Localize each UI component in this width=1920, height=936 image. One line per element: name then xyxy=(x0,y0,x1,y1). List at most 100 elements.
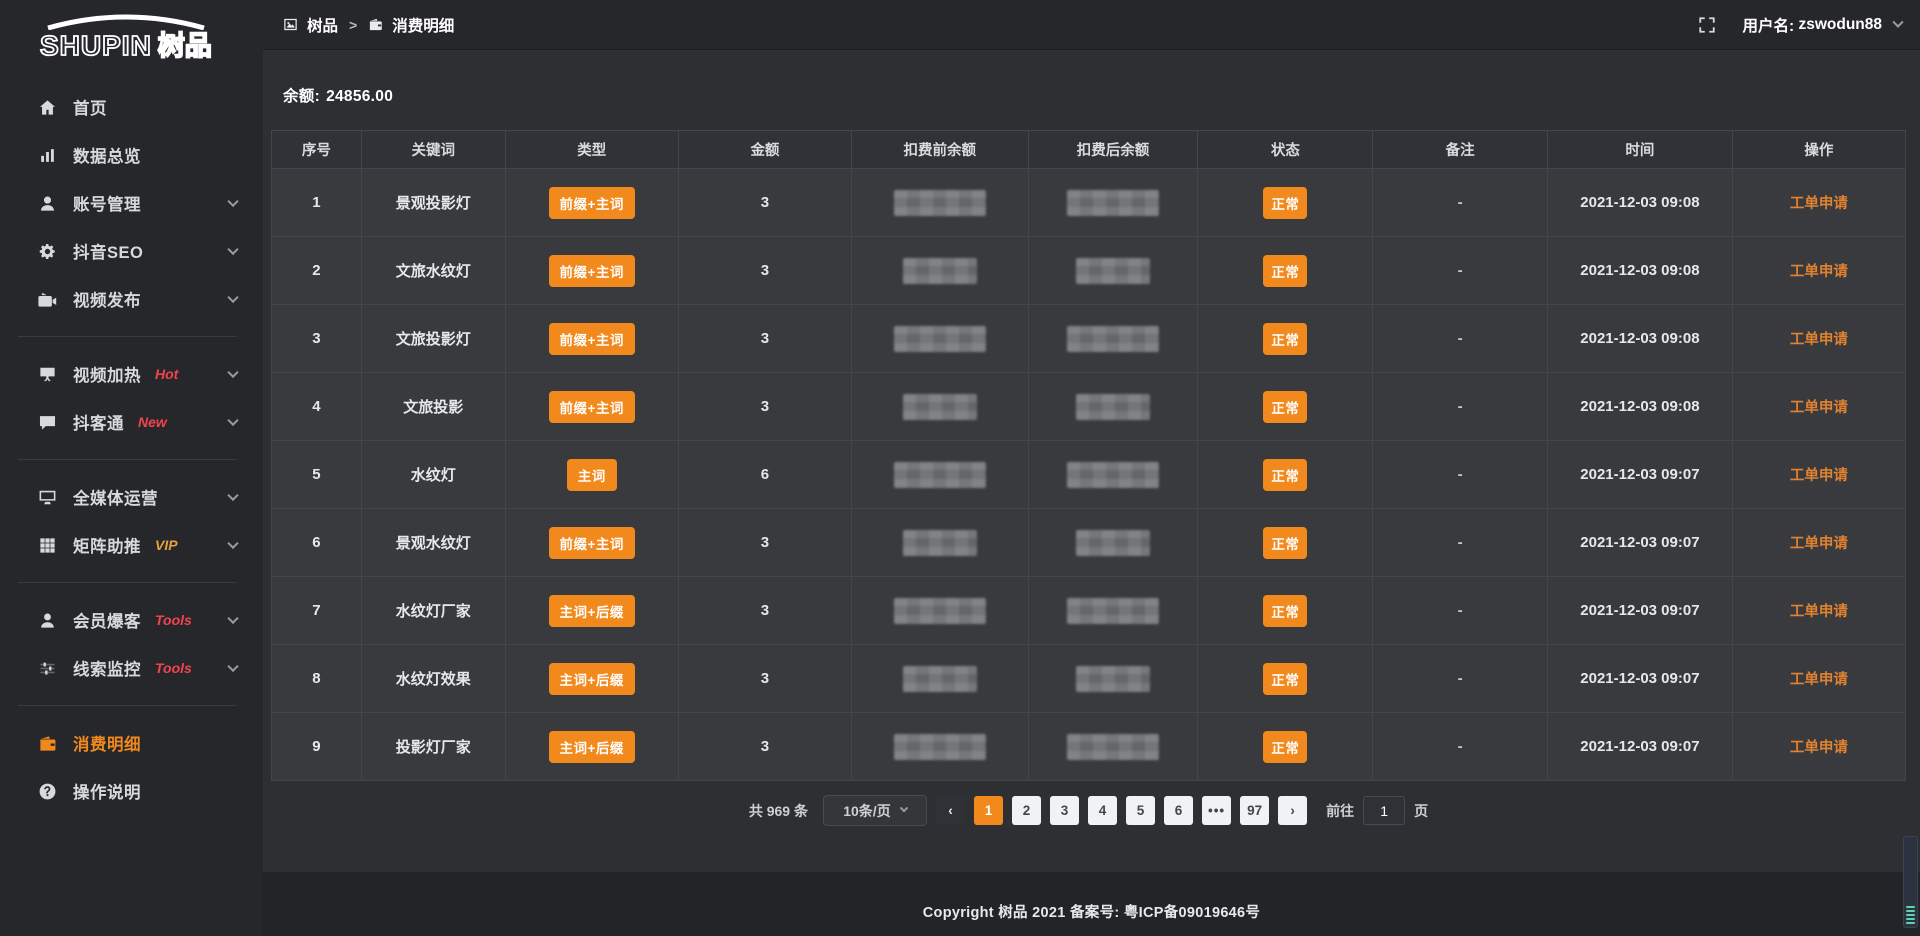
time-cell: 2021-12-03 09:08 xyxy=(1548,305,1733,373)
breadcrumb-current: 消费明细 xyxy=(392,14,454,36)
balance-before-blurred xyxy=(852,713,1028,781)
sidebar-item-1[interactable]: 数据总览 xyxy=(0,131,263,179)
work-order-link[interactable]: 工单申请 xyxy=(1790,332,1848,348)
table-row: 8水纹灯效果主词+后缀3正常-2021-12-03 09:07工单申请 xyxy=(272,645,1906,713)
status-badge: 正常 xyxy=(1198,713,1373,781)
sidebar-item-6[interactable]: 视频加热Hot xyxy=(0,350,263,398)
table-row: 7水纹灯厂家主词+后缀3正常-2021-12-03 09:07工单申请 xyxy=(272,577,1906,645)
page-button-1[interactable]: 1 xyxy=(974,796,1003,825)
sidebar-item-9[interactable]: 全媒体运营 xyxy=(0,473,263,521)
keyword-cell: 景观水纹灯 xyxy=(361,509,505,577)
sidebar-item-13[interactable]: 线索监控Tools xyxy=(0,644,263,692)
sidebar-item-2[interactable]: 账号管理 xyxy=(0,179,263,227)
work-order-link[interactable]: 工单申请 xyxy=(1790,196,1848,212)
type-badge: 主词 xyxy=(505,441,678,509)
breadcrumb-root[interactable]: 树品 xyxy=(307,14,338,36)
column-header: 关键词 xyxy=(361,131,505,169)
sidebar-item-label: 首页 xyxy=(73,95,107,119)
work-order-link[interactable]: 工单申请 xyxy=(1790,604,1848,620)
page-button-5[interactable]: 5 xyxy=(1126,796,1155,825)
chevron-down-icon xyxy=(227,613,238,624)
blurred-value xyxy=(1067,462,1159,488)
goto-page-input[interactable] xyxy=(1363,796,1405,825)
logo-cn-text: 树品 xyxy=(158,24,212,63)
work-order-link[interactable]: 工单申请 xyxy=(1790,740,1848,756)
blurred-value xyxy=(903,258,977,284)
balance-value: 24856.00 xyxy=(326,88,393,105)
page-button-4[interactable]: 4 xyxy=(1088,796,1117,825)
fullscreen-icon[interactable] xyxy=(1698,16,1716,34)
amount-cell: 3 xyxy=(678,577,851,645)
work-order-link[interactable]: 工单申请 xyxy=(1790,536,1848,552)
balance: 余额:24856.00 xyxy=(283,84,1906,106)
row-index: 8 xyxy=(272,645,362,713)
sidebar-item-16[interactable]: 操作说明 xyxy=(0,767,263,815)
blurred-value xyxy=(1076,258,1150,284)
sidebar-item-label: 全媒体运营 xyxy=(73,485,158,509)
type-badge: 前缀+主词 xyxy=(505,169,678,237)
bar-chart-icon xyxy=(38,146,57,165)
type-badge: 前缀+主词 xyxy=(549,255,635,287)
sidebar-item-10[interactable]: 矩阵助推VIP xyxy=(0,521,263,569)
page-button-97[interactable]: 97 xyxy=(1240,796,1269,825)
chevron-down-icon xyxy=(227,244,238,255)
time-cell: 2021-12-03 09:08 xyxy=(1548,237,1733,305)
sidebar-item-12[interactable]: 会员爆客Tools xyxy=(0,596,263,644)
balance-before-blurred xyxy=(852,645,1028,713)
sidebar-divider xyxy=(18,336,237,337)
work-order-link[interactable]: 工单申请 xyxy=(1790,468,1848,484)
blurred-value xyxy=(894,190,986,216)
next-page-button[interactable]: › xyxy=(1278,796,1307,825)
type-badge: 前缀+主词 xyxy=(505,237,678,305)
chevron-down-icon xyxy=(227,538,238,549)
comment-icon xyxy=(38,413,57,432)
blurred-value xyxy=(894,326,986,352)
page-size-select[interactable]: 10条/页 xyxy=(823,795,927,826)
sidebar-item-4[interactable]: 视频发布 xyxy=(0,275,263,323)
table-row: 3文旅投影灯前缀+主词3正常-2021-12-03 09:08工单申请 xyxy=(272,305,1906,373)
action-cell: 工单申请 xyxy=(1732,713,1905,781)
work-order-link[interactable]: 工单申请 xyxy=(1790,264,1848,280)
page-button-3[interactable]: 3 xyxy=(1050,796,1079,825)
page-button-2[interactable]: 2 xyxy=(1012,796,1041,825)
logo: SHUPIN 树品 xyxy=(0,0,263,69)
page-button-6[interactable]: 6 xyxy=(1164,796,1193,825)
row-index: 6 xyxy=(272,509,362,577)
sidebar-item-7[interactable]: 抖客通New xyxy=(0,398,263,446)
floating-widget[interactable] xyxy=(1903,836,1918,928)
username-value: zswodun88 xyxy=(1798,16,1882,34)
column-header: 类型 xyxy=(505,131,678,169)
sidebar-item-0[interactable]: 首页 xyxy=(0,83,263,131)
sidebar-item-label: 抖音SEO xyxy=(73,239,143,263)
remark-cell: - xyxy=(1373,509,1548,577)
column-header: 扣费前余额 xyxy=(852,131,1028,169)
chevron-down-icon xyxy=(227,196,238,207)
user-menu[interactable]: 用户名: zswodun88 xyxy=(1742,14,1902,36)
page-footer: Copyright 树品 2021 备案号: 粤ICP备09019646号 xyxy=(263,872,1920,936)
prev-page-button[interactable]: ‹ xyxy=(936,796,965,825)
amount-cell: 3 xyxy=(678,237,851,305)
status-badge: 正常 xyxy=(1263,731,1307,763)
more-pages-button[interactable]: ••• xyxy=(1202,796,1231,825)
user-icon xyxy=(38,194,57,213)
sidebar-item-15[interactable]: 消费明细 xyxy=(0,719,263,767)
remark-cell: - xyxy=(1373,169,1548,237)
sidebar-item-3[interactable]: 抖音SEO xyxy=(0,227,263,275)
type-badge: 主词+后缀 xyxy=(549,663,635,695)
sidebar-item-label: 账号管理 xyxy=(73,191,141,215)
table-row: 9投影灯厂家主词+后缀3正常-2021-12-03 09:07工单申请 xyxy=(272,713,1906,781)
sidebar-divider xyxy=(18,705,237,706)
work-order-link[interactable]: 工单申请 xyxy=(1790,672,1848,688)
column-header: 状态 xyxy=(1198,131,1373,169)
status-badge: 正常 xyxy=(1263,323,1307,355)
type-badge: 主词+后缀 xyxy=(505,713,678,781)
time-cell: 2021-12-03 09:07 xyxy=(1548,713,1733,781)
blurred-value xyxy=(1076,666,1150,692)
amount-cell: 3 xyxy=(678,305,851,373)
work-order-link[interactable]: 工单申请 xyxy=(1790,400,1848,416)
top-header: 树品 > 消费明细 用户名: zswodun88 xyxy=(263,0,1920,50)
sidebar-item-tag: Hot xyxy=(155,366,178,382)
balance-after-blurred xyxy=(1028,645,1198,713)
sidebar-item-label: 消费明细 xyxy=(73,731,141,755)
balance-before-blurred xyxy=(852,509,1028,577)
